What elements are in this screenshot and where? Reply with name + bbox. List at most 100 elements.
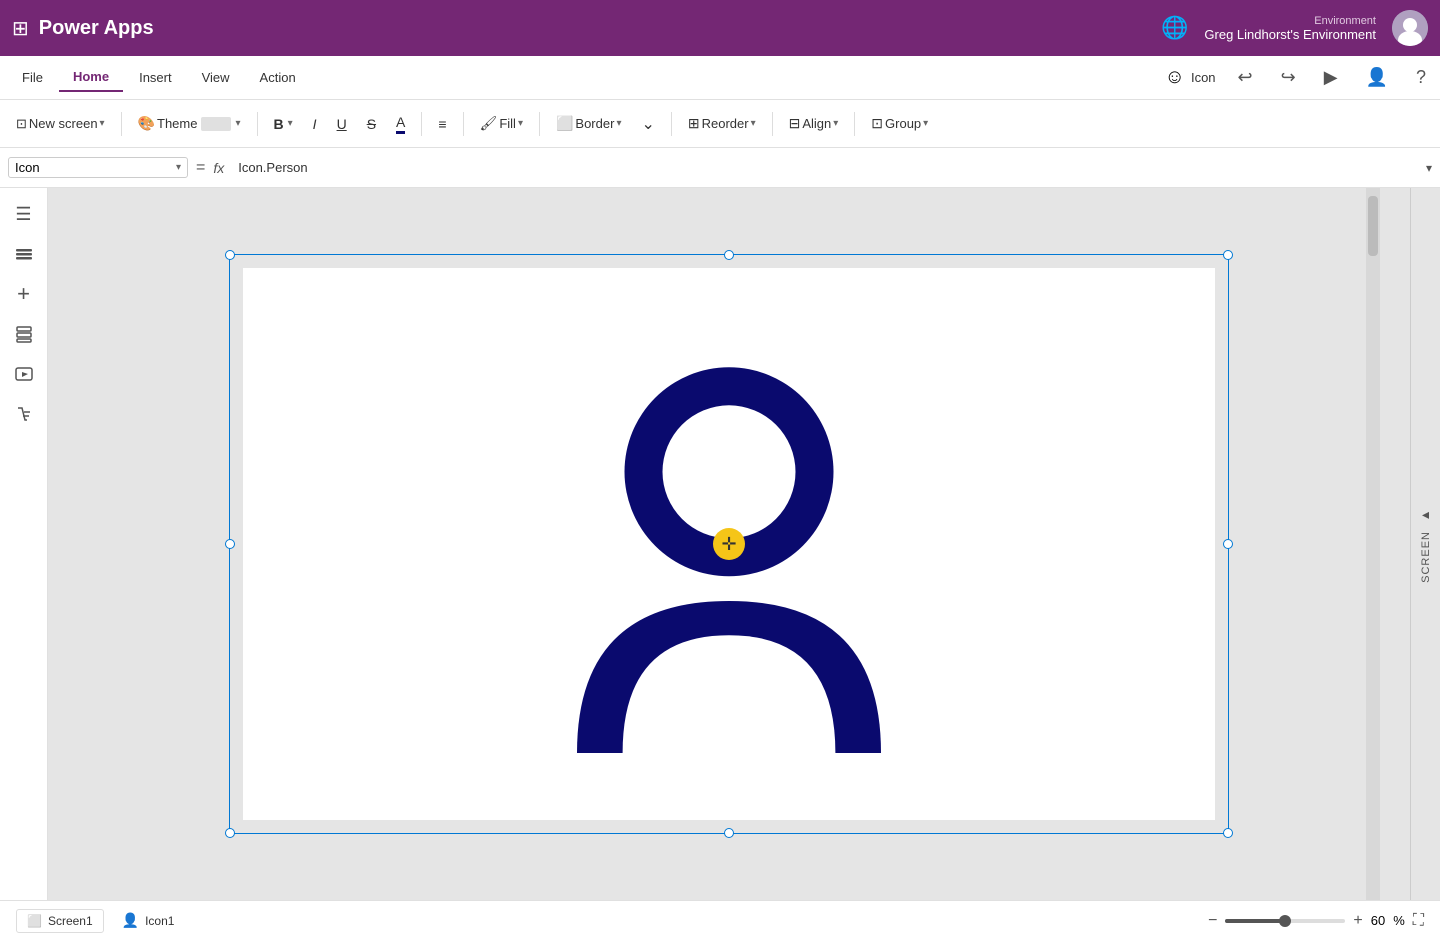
play-btn[interactable]: ▶	[1318, 63, 1344, 92]
environment-label: Environment	[1204, 15, 1376, 27]
canvas-area[interactable]: ✛	[48, 188, 1410, 900]
fill-label: Fill	[499, 116, 516, 131]
icon-context[interactable]: ☺ Icon	[1165, 66, 1216, 89]
avatar[interactable]	[1392, 10, 1428, 46]
sidebar-data-icon[interactable]	[6, 316, 42, 352]
canvas-white[interactable]: ✛	[243, 268, 1215, 820]
theme-label: Theme	[157, 116, 197, 131]
redo-btn[interactable]: ↪	[1275, 63, 1302, 92]
separator-7	[772, 112, 773, 136]
canvas-frame: ✛	[229, 254, 1229, 834]
app-name: Power Apps	[39, 17, 154, 40]
group-label: Group	[885, 116, 921, 131]
align-right-chevron: ▾	[833, 118, 838, 129]
icon-tab-person-icon: 👤	[122, 912, 139, 929]
more-button[interactable]: ⌄	[633, 110, 662, 138]
environment-info: Environment Greg Lindhorst's Environment	[1204, 15, 1376, 42]
align-button[interactable]: ≡	[430, 112, 454, 136]
formula-dropdown[interactable]: ▾	[1426, 161, 1432, 175]
theme-chevron: ▾	[235, 118, 240, 129]
new-screen-button[interactable]: ⊡ New screen ▾	[8, 112, 113, 136]
screen1-tab[interactable]: ⬜ Screen1	[16, 909, 104, 933]
scrollbar-thumb	[1368, 196, 1378, 256]
grid-icon[interactable]: ⊞	[12, 16, 29, 41]
handle-tm[interactable]	[724, 250, 734, 260]
formula-input[interactable]: Icon.Person	[232, 157, 1418, 178]
fill-chevron: ▾	[518, 118, 523, 129]
title-bar-right: 🌐 Environment Greg Lindhorst's Environme…	[1161, 10, 1428, 46]
environment-name: Greg Lindhorst's Environment	[1204, 27, 1376, 42]
underline-button[interactable]: U	[329, 112, 355, 136]
control-chevron: ▾	[176, 162, 181, 173]
font-color-icon: A	[396, 114, 405, 134]
menu-bar: File Home Insert View Action ☺ Icon ↩ ↪ …	[0, 56, 1440, 100]
left-sidebar: ☰ +	[0, 188, 48, 900]
share-btn[interactable]: 👤	[1360, 63, 1394, 92]
equals-sign: =	[196, 159, 205, 177]
zoom-out-button[interactable]: −	[1208, 912, 1217, 930]
icon1-tab[interactable]: 👤 Icon1	[112, 908, 185, 933]
zoom-slider-thumb	[1279, 915, 1291, 927]
separator-8	[854, 112, 855, 136]
handle-tl[interactable]	[225, 250, 235, 260]
sidebar-variables-icon[interactable]	[6, 396, 42, 432]
theme-swatch	[201, 117, 231, 131]
handle-mr[interactable]	[1223, 539, 1233, 549]
sidebar-add-icon[interactable]: +	[6, 276, 42, 312]
separator-1	[121, 112, 122, 136]
reorder-button[interactable]: ⊞ Reorder ▾	[680, 111, 764, 136]
separator-4	[463, 112, 464, 136]
bold-button[interactable]: B ▾	[266, 112, 301, 136]
handle-bl[interactable]	[225, 828, 235, 838]
sidebar-menu-icon[interactable]: ☰	[6, 196, 42, 232]
right-panel[interactable]: ◂ SCREEN	[1410, 188, 1440, 900]
separator-2	[257, 112, 258, 136]
group-button[interactable]: ⊡ Group ▾	[863, 111, 936, 136]
screen-tab-icon: ⬜	[27, 914, 42, 928]
border-button[interactable]: ⬜ Border ▾	[548, 111, 630, 136]
full-screen-button[interactable]: ⛶	[1413, 912, 1424, 930]
sidebar-layers-icon[interactable]	[6, 236, 42, 272]
menu-insert[interactable]: Insert	[125, 64, 186, 91]
border-chevron: ▾	[616, 118, 621, 129]
handle-br[interactable]	[1223, 828, 1233, 838]
align-icon: ≡	[438, 116, 446, 132]
separator-5	[539, 112, 540, 136]
more-icon: ⌄	[641, 114, 654, 134]
fill-button[interactable]: 🖌 Fill ▾	[472, 111, 531, 136]
right-panel-content: ◂ SCREEN	[1420, 506, 1432, 583]
handle-bm[interactable]	[724, 828, 734, 838]
menu-action[interactable]: Action	[246, 64, 310, 91]
separator-3	[421, 112, 422, 136]
control-selector[interactable]: Icon ▾	[8, 157, 188, 178]
title-bar: ⊞ Power Apps 🌐 Environment Greg Lindhors…	[0, 0, 1440, 56]
reorder-icon: ⊞	[688, 115, 700, 132]
font-color-button[interactable]: A	[388, 110, 413, 138]
menu-file[interactable]: File	[8, 64, 57, 91]
separator-6	[671, 112, 672, 136]
border-icon: ⬜	[556, 115, 573, 132]
handle-ml[interactable]	[225, 539, 235, 549]
handle-tr[interactable]	[1223, 250, 1233, 260]
help-btn[interactable]: ?	[1410, 63, 1432, 92]
align-right-button[interactable]: ⊟ Align ▾	[781, 111, 847, 136]
zoom-in-button[interactable]: +	[1353, 912, 1362, 930]
control-label: Icon	[15, 160, 176, 175]
italic-button[interactable]: I	[305, 112, 325, 136]
align-right-icon: ⊟	[789, 115, 801, 132]
menu-home[interactable]: Home	[59, 63, 123, 92]
bold-chevron: ▾	[288, 118, 293, 129]
vertical-scrollbar[interactable]	[1366, 188, 1380, 900]
move-cursor[interactable]: ✛	[713, 528, 745, 560]
theme-button[interactable]: 🎨 Theme ▾	[130, 111, 249, 136]
zoom-unit: %	[1393, 913, 1405, 928]
icon-label: Icon	[1191, 70, 1216, 85]
underline-icon: U	[337, 116, 347, 132]
new-screen-icon: ⊡	[16, 116, 27, 132]
zoom-slider[interactable]	[1225, 919, 1345, 923]
sidebar-media-icon[interactable]	[6, 356, 42, 392]
collapse-icon[interactable]: ◂	[1422, 506, 1429, 523]
strikethrough-button[interactable]: S	[359, 112, 384, 136]
undo-btn[interactable]: ↩	[1232, 63, 1259, 92]
menu-view[interactable]: View	[188, 64, 244, 91]
